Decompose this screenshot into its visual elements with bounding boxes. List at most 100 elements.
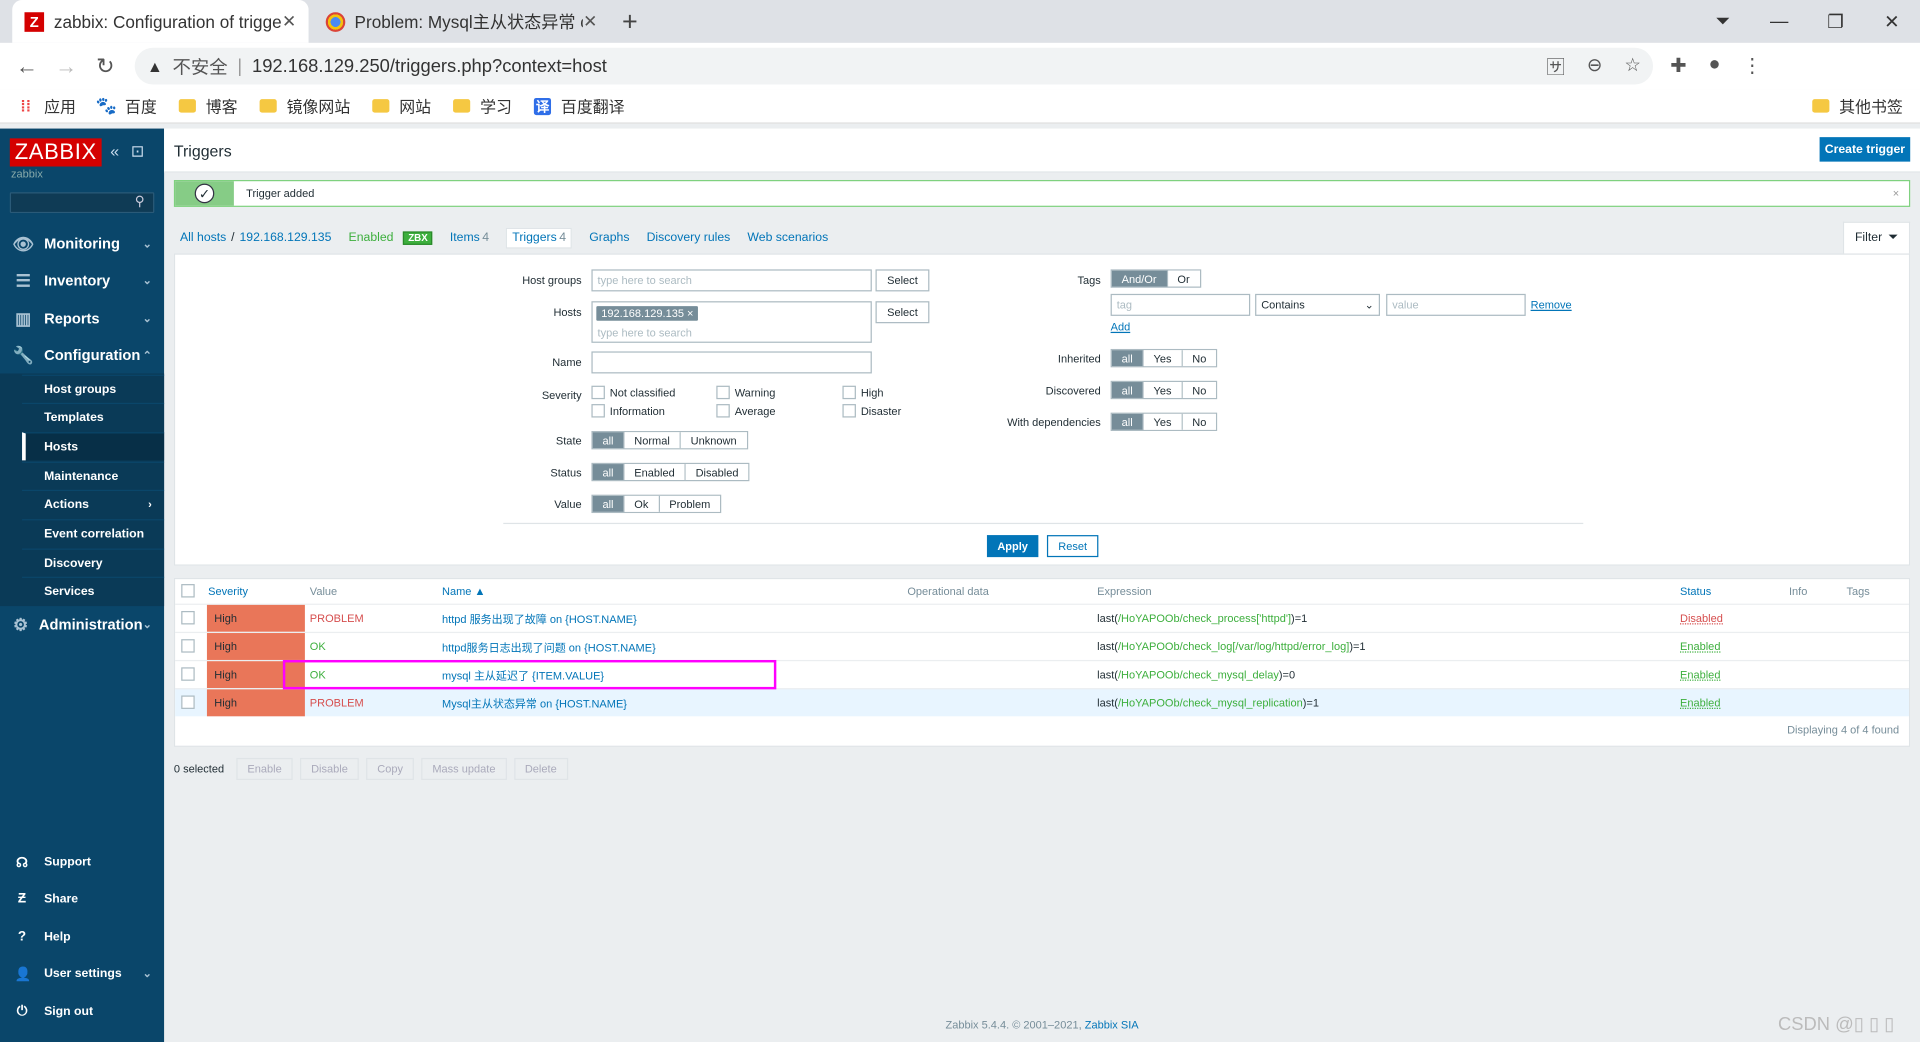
menu-monitoring[interactable]: 👁 Monitoring ⌄ <box>0 225 164 262</box>
bookmark-baidu-translate[interactable]: 译百度翻译 <box>533 94 625 117</box>
dependencies-no[interactable]: No <box>1182 413 1217 430</box>
status-toggle[interactable]: Enabled <box>1680 689 1720 716</box>
footer-link[interactable]: Zabbix SIA <box>1085 1019 1139 1031</box>
create-trigger-button[interactable]: Create trigger <box>1819 137 1911 162</box>
tags-or[interactable]: Or <box>1167 270 1200 287</box>
trigger-name-link[interactable]: httpd服务日志出现了问题 on {HOST.NAME} <box>442 633 656 660</box>
zabbix-logo[interactable]: ZABBIX <box>9 138 102 167</box>
expr-item-link[interactable]: /HoYAPOOb/check_process['httpd'] <box>1118 612 1291 624</box>
checkbox[interactable] <box>842 404 856 418</box>
collapse-sidebar-icon[interactable]: « <box>110 142 119 160</box>
severity-disaster[interactable]: Disaster <box>842 404 901 418</box>
bookmark-folder-mirror[interactable]: 镜像网站 <box>259 94 350 117</box>
value-ok[interactable]: Ok <box>624 495 660 512</box>
inherited-no[interactable]: No <box>1182 350 1217 367</box>
discovered-no[interactable]: No <box>1182 382 1217 398</box>
inherited-yes[interactable]: Yes <box>1143 350 1183 367</box>
tags-and-or[interactable]: And/Or <box>1111 270 1168 287</box>
reload-icon[interactable]: ↻ <box>86 53 125 79</box>
tag-remove-link[interactable]: Remove <box>1531 299 1572 311</box>
severity-warning[interactable]: Warning <box>716 385 775 400</box>
severity-information[interactable]: Information <box>591 404 665 418</box>
checkbox[interactable] <box>716 404 730 418</box>
row-checkbox[interactable] <box>181 610 195 625</box>
state-normal[interactable]: Normal <box>624 432 681 449</box>
trigger-name-link[interactable]: Mysql主从状态异常 on {HOST.NAME} <box>442 689 627 716</box>
status-disabled[interactable]: Disabled <box>685 464 749 480</box>
severity-average[interactable]: Average <box>716 404 776 418</box>
minimize-icon[interactable]: — <box>1751 11 1807 32</box>
tag-condition-select[interactable]: Contains ⌄ <box>1255 293 1381 316</box>
row-checkbox[interactable] <box>181 639 195 653</box>
host-groups-select-button[interactable]: Select <box>875 269 930 292</box>
sidebar-sign-out[interactable]: ⏻ Sign out <box>0 993 164 1030</box>
trigger-name-link[interactable]: httpd 服务出现了故障 on {HOST.NAME} <box>442 605 637 632</box>
close-tab-icon[interactable]: ✕ <box>282 11 296 32</box>
inherited-all[interactable]: all <box>1111 350 1144 367</box>
close-tab-icon[interactable]: ✕ <box>583 11 597 32</box>
select-all-checkbox[interactable] <box>181 584 195 598</box>
sidebar-user-settings[interactable]: 👤 User settings ⌄ <box>0 955 164 992</box>
submenu-services[interactable]: Services <box>22 576 165 605</box>
name-input[interactable] <box>591 351 872 374</box>
tag-input[interactable]: tag <box>1110 293 1251 316</box>
bookmark-star-icon[interactable]: ☆ <box>1624 53 1640 79</box>
host-groups-input[interactable]: type here to search <box>591 269 872 292</box>
dependencies-all[interactable]: all <box>1111 413 1144 430</box>
apply-button[interactable]: Apply <box>986 535 1039 558</box>
column-name[interactable]: Name ▲ <box>442 579 485 603</box>
menu-configuration[interactable]: 🔧 Configuration ⌃ <box>0 337 164 374</box>
filter-tab[interactable]: Filter ⏷ <box>1842 221 1911 254</box>
severity-not-classified[interactable]: Not classified <box>591 385 675 400</box>
breadcrumb-all-hosts[interactable]: All hosts <box>180 231 226 244</box>
bookmark-apps[interactable]: ⁞⁞ 应用 <box>17 94 76 117</box>
status-all[interactable]: all <box>592 464 625 480</box>
profile-avatar-icon[interactable]: ● <box>1709 54 1721 78</box>
bookmark-folder-study[interactable]: 学习 <box>453 94 512 117</box>
expr-item-link[interactable]: /HoYAPOOb/check_mysql_delay <box>1118 669 1279 681</box>
tab-graphs[interactable]: Graphs <box>589 231 629 244</box>
bookmark-baidu[interactable]: 🐾 百度 <box>96 94 157 117</box>
close-message-icon[interactable]: × <box>1893 187 1899 199</box>
row-checkbox[interactable] <box>181 695 195 709</box>
tab-triggers[interactable]: Triggers 4 <box>506 227 573 248</box>
bookmark-folder-sites[interactable]: 网站 <box>372 94 431 117</box>
column-status[interactable]: Status <box>1680 579 1711 603</box>
reset-button[interactable]: Reset <box>1046 535 1099 558</box>
state-all[interactable]: all <box>592 432 625 449</box>
hosts-select-button[interactable]: Select <box>875 301 930 324</box>
checkbox[interactable] <box>716 385 730 400</box>
forward-icon[interactable]: → <box>47 53 86 79</box>
submenu-discovery[interactable]: Discovery <box>22 548 165 577</box>
checkbox[interactable] <box>591 404 605 418</box>
bookmark-other[interactable]: 其他书签 <box>1812 94 1903 117</box>
submenu-maintenance[interactable]: Maintenance <box>22 461 165 490</box>
kiosk-mode-icon[interactable]: ⊡ <box>131 142 144 160</box>
sidebar-support[interactable]: ☊ Support <box>0 844 164 881</box>
zoom-icon[interactable]: ⊖ <box>1587 53 1602 79</box>
submenu-event-correlation[interactable]: Event correlation <box>22 519 165 547</box>
bookmark-folder-blog[interactable]: 博客 <box>178 94 238 117</box>
state-unknown[interactable]: Unknown <box>680 432 747 449</box>
sidebar-help[interactable]: ? Help <box>0 918 164 955</box>
maximize-icon[interactable]: ❐ <box>1807 10 1863 33</box>
checkbox[interactable] <box>591 385 605 400</box>
close-window-icon[interactable]: ✕ <box>1864 10 1920 33</box>
translate-icon[interactable]: 🈂 <box>1546 53 1564 79</box>
value-problem[interactable]: Problem <box>659 495 721 512</box>
severity-high[interactable]: High <box>842 385 883 400</box>
mass-update-button[interactable]: Mass update <box>421 757 507 780</box>
submenu-templates[interactable]: Templates <box>22 402 165 431</box>
tab-web-scenarios[interactable]: Web scenarios <box>747 231 828 244</box>
menu-administration[interactable]: ⚙ Administration ⌄ <box>0 606 164 643</box>
submenu-actions[interactable]: Actions › <box>22 489 165 518</box>
tag-add-link[interactable]: Add <box>1111 321 1131 333</box>
enable-button[interactable]: Enable <box>236 757 293 780</box>
remove-chip-icon[interactable]: × <box>687 307 693 319</box>
status-toggle[interactable]: Enabled <box>1680 633 1720 660</box>
discovered-yes[interactable]: Yes <box>1143 382 1183 398</box>
browser-tab-zabbix[interactable]: Z zabbix: Configuration of trigge ✕ <box>12 0 309 43</box>
value-all[interactable]: all <box>592 495 625 512</box>
delete-button[interactable]: Delete <box>513 757 568 780</box>
sidebar-search-input[interactable] <box>9 192 155 214</box>
